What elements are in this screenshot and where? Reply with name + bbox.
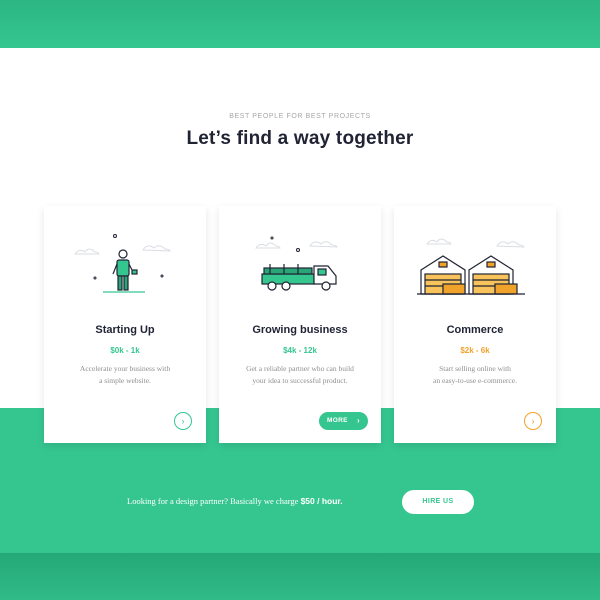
cta-message: Looking for a design partner? Basically … [127, 496, 301, 506]
card-description-line: Start selling online with [439, 364, 511, 373]
hire-us-button[interactable]: HIRE US [402, 490, 474, 514]
card-description-line: a simple website. [99, 376, 151, 385]
more-button[interactable]: MORE › [319, 412, 368, 430]
pricing-card-starting-up: Starting Up $0k - 1k Accelerate your bus… [44, 206, 206, 443]
card-description: Accelerate your business with a simple w… [62, 363, 188, 387]
chevron-right-icon: › [531, 416, 535, 426]
card-price: $0k - 1k [110, 346, 140, 355]
card-title: Commerce [446, 324, 504, 336]
person-icon [74, 234, 171, 293]
pricing-card-growing-business: Growing business $4k - 12k Get a reliabl… [219, 206, 381, 443]
card-description: Get a reliable partner who can build you… [237, 363, 363, 387]
cta-text: Looking for a design partner? Basically … [127, 496, 343, 506]
card-description-line: your idea to successful product. [252, 376, 348, 385]
card-title: Starting Up [95, 324, 155, 336]
card-arrow-button[interactable]: › [524, 412, 542, 430]
card-title: Growing business [252, 324, 348, 336]
chevron-right-icon: › [181, 416, 185, 426]
chevron-right-icon: › [357, 416, 360, 425]
cta-rate: $50 / hour. [300, 496, 343, 506]
card-price: $4k - 12k [283, 346, 317, 355]
section-eyebrow: BEST PEOPLE FOR BEST PROJECTS [229, 113, 371, 120]
card-description-line: Get a reliable partner who can build [246, 364, 354, 373]
section-title: Let’s find a way together [186, 128, 414, 149]
card-arrow-button[interactable]: › [174, 412, 192, 430]
pricing-card-commerce: Commerce $2k - 6k Start selling online w… [394, 206, 556, 443]
card-description: Start selling online with an easy-to-use… [412, 363, 538, 387]
bottom-band [0, 553, 600, 600]
more-button-label: MORE [327, 417, 348, 424]
card-description-line: an easy-to-use e-commerce. [433, 376, 517, 385]
top-band [0, 0, 600, 48]
card-price: $2k - 6k [460, 346, 490, 355]
truck-icon [255, 236, 338, 291]
card-description-line: Accelerate your business with [79, 364, 171, 373]
warehouse-icon [417, 238, 525, 295]
